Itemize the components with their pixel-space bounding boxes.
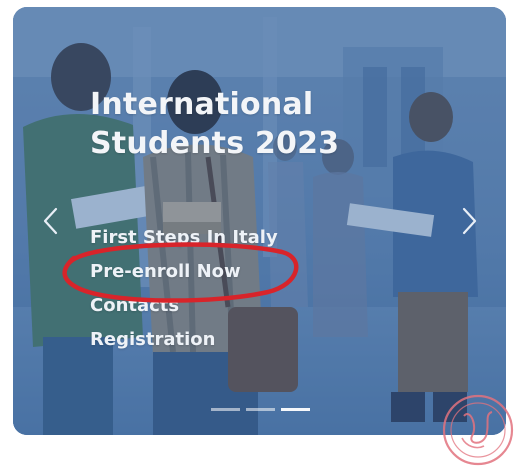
carousel-indicators [211, 408, 310, 411]
carousel-indicator-1[interactable] [211, 408, 240, 411]
carousel-indicator-3[interactable] [281, 408, 310, 411]
slide-title: International Students 2023 [90, 87, 340, 161]
list-item: Registration [90, 323, 278, 357]
chevron-left-icon [43, 207, 58, 235]
contacts-link[interactable]: Contacts [90, 289, 179, 323]
first-steps-link[interactable]: First Steps In Italy [90, 221, 278, 255]
slide-link-list: First Steps In Italy Pre-enroll Now Cont… [90, 221, 278, 357]
carousel-indicator-2[interactable] [246, 408, 275, 411]
chevron-right-icon [462, 207, 477, 235]
list-item: Contacts [90, 289, 278, 323]
page: International Students 2023 First Steps … [0, 0, 518, 466]
carousel-card: International Students 2023 First Steps … [13, 7, 506, 435]
registration-link[interactable]: Registration [90, 323, 215, 357]
carousel-next-button[interactable] [457, 205, 481, 237]
carousel-prev-button[interactable] [39, 205, 63, 237]
list-item: First Steps In Italy [90, 221, 278, 255]
pre-enroll-link[interactable]: Pre-enroll Now [90, 255, 241, 289]
list-item: Pre-enroll Now [90, 255, 278, 289]
